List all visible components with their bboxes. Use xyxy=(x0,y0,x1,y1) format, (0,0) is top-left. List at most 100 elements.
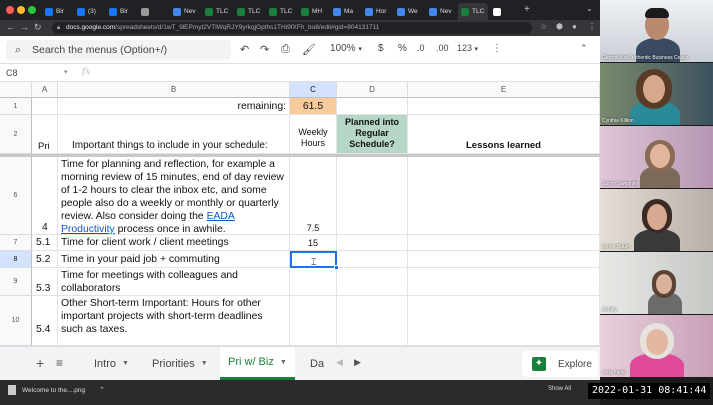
all-sheets-icon[interactable]: ≡ xyxy=(56,356,63,370)
browser-tab[interactable]: Nev xyxy=(426,3,456,20)
column-header-e[interactable]: E xyxy=(408,82,600,98)
cell-a1[interactable] xyxy=(32,98,58,115)
forward-icon[interactable]: → xyxy=(20,22,29,32)
more-options-icon[interactable]: ⋮ xyxy=(492,43,502,54)
sheet-tab-da[interactable]: Da xyxy=(304,347,326,380)
undo-icon[interactable]: ↶ xyxy=(240,43,249,56)
name-box-dropdown-icon[interactable]: ▾ xyxy=(64,68,68,76)
browser-tab[interactable]: Nev xyxy=(170,3,200,20)
add-sheet-button[interactable]: + xyxy=(36,355,44,371)
menu-icon[interactable]: ⋮ xyxy=(588,22,596,31)
browser-tab[interactable] xyxy=(138,3,168,20)
browser-tab[interactable]: Hor xyxy=(362,3,392,20)
show-all-downloads-button[interactable]: Show All xyxy=(548,386,571,392)
row-header-1[interactable]: 1 xyxy=(0,98,32,115)
cell-e9[interactable] xyxy=(408,268,600,296)
search-menus-input[interactable]: ⌕ Search the menus (Option+/) xyxy=(6,40,231,60)
decrease-decimal-button[interactable]: .0 xyxy=(417,43,425,53)
column-header-c[interactable]: C xyxy=(290,82,337,98)
cell-e10[interactable] xyxy=(408,296,600,346)
browser-tab[interactable]: MH xyxy=(298,3,328,20)
scroll-tabs-right-icon[interactable]: ▶ xyxy=(354,357,361,368)
video-tile[interactable]: Cynthia Killion xyxy=(600,63,713,125)
tab-search-icon[interactable]: ⌄ xyxy=(586,4,593,13)
formula-input[interactable] xyxy=(100,67,590,79)
new-tab-button[interactable]: + xyxy=(524,4,530,15)
chevron-up-icon[interactable]: ⌃ xyxy=(99,386,105,394)
minimize-window-button[interactable] xyxy=(17,6,25,14)
fill-handle[interactable] xyxy=(334,265,339,270)
cell-b1[interactable]: remaining: xyxy=(58,98,290,115)
cell-d2[interactable]: Planned into Regular Schedule? xyxy=(337,115,408,154)
cell-d1[interactable] xyxy=(337,98,408,115)
browser-tab[interactable]: We xyxy=(394,3,424,20)
paint-format-icon[interactable]: 🖌︎ xyxy=(302,43,316,56)
row-header-7[interactable]: 7 xyxy=(0,235,32,251)
browser-tab[interactable]: TLC xyxy=(266,3,296,20)
video-tile[interactable]: Sunny Swearsky xyxy=(600,126,713,188)
cell-b7[interactable]: Time for client work / client meetings xyxy=(58,235,290,251)
video-tile[interactable]: Lynne Baum xyxy=(600,189,713,251)
cell-c7[interactable]: 15 xyxy=(290,235,337,251)
close-window-button[interactable] xyxy=(6,6,14,14)
select-all-corner[interactable] xyxy=(0,82,32,98)
video-tile[interactable]: Ashley xyxy=(600,252,713,314)
row-header-9[interactable]: 9 xyxy=(0,268,32,296)
browser-tab[interactable]: Bir xyxy=(42,3,72,20)
column-header-d[interactable]: D xyxy=(337,82,408,98)
browser-tab[interactable]: Ma xyxy=(330,3,360,20)
cell-d9[interactable] xyxy=(337,268,408,296)
explore-button[interactable]: ✦ Explore xyxy=(522,351,598,377)
sheet-tab-pri-w-biz[interactable]: Pri w/ Biz ▼ xyxy=(220,347,295,380)
cell-c10[interactable] xyxy=(290,296,337,346)
cell-b9[interactable]: Time for meetings with colleagues and co… xyxy=(58,268,290,296)
cell-a2[interactable]: Pri xyxy=(32,115,58,154)
cell-b2[interactable]: Important things to include in your sche… xyxy=(58,115,290,154)
cell-d7[interactable] xyxy=(337,235,408,251)
browser-tab[interactable]: Bir xyxy=(106,3,136,20)
download-item[interactable]: Welcome to the....png ⌃ xyxy=(8,385,105,395)
url-field[interactable]: 🔒︎ docs.google.com/spreadsheets/d/1wT_9lE… xyxy=(52,22,532,34)
more-formats-button[interactable]: 123 ▾ xyxy=(457,43,478,53)
maximize-window-button[interactable] xyxy=(28,6,36,14)
cell-b6[interactable]: Time for planning and reflection, for ex… xyxy=(58,157,290,235)
row-header-10[interactable]: 10 xyxy=(0,296,32,346)
redo-icon[interactable]: ↷ xyxy=(260,43,269,56)
row-header-2[interactable]: 2 xyxy=(0,115,32,154)
profile-icon[interactable]: ● xyxy=(572,22,577,31)
cell-e6[interactable] xyxy=(408,157,600,235)
cell-c2[interactable]: Weekly Hours xyxy=(290,115,337,154)
browser-tab[interactable]: TLC xyxy=(458,3,488,20)
cell-a8[interactable]: 5.2 xyxy=(32,251,58,268)
cell-c9[interactable] xyxy=(290,268,337,296)
percent-button[interactable]: % xyxy=(398,43,407,54)
collapse-toolbar-icon[interactable]: ⌃ xyxy=(580,43,588,54)
reload-icon[interactable]: ↻ xyxy=(34,22,42,33)
column-header-b[interactable]: B xyxy=(58,82,290,98)
cell-a6[interactable]: 4 xyxy=(32,157,58,235)
browser-tab[interactable] xyxy=(490,3,520,20)
currency-button[interactable]: $ xyxy=(378,43,384,54)
scroll-tabs-left-icon[interactable]: ◀ xyxy=(336,357,343,368)
cell-c6[interactable]: 7.5 xyxy=(290,157,337,235)
column-header-a[interactable]: A xyxy=(32,82,58,98)
cell-a10[interactable]: 5.4 xyxy=(32,296,58,346)
video-tile[interactable]: George Kao Authentic Business Coach xyxy=(600,0,713,62)
cell-e2[interactable]: Lessons learned xyxy=(408,115,600,154)
browser-tab[interactable]: (3) xyxy=(74,3,104,20)
cell-d6[interactable] xyxy=(337,157,408,235)
cell-b8[interactable]: Time in your paid job + commuting xyxy=(58,251,290,268)
star-icon[interactable]: ☆ xyxy=(540,22,547,31)
back-icon[interactable]: ← xyxy=(6,22,15,32)
cell-e7[interactable] xyxy=(408,235,600,251)
cell-d10[interactable] xyxy=(337,296,408,346)
zoom-select[interactable]: 100% ▾ xyxy=(330,43,362,54)
name-box[interactable]: C8 xyxy=(6,68,18,78)
cell-d8[interactable] xyxy=(337,251,408,268)
row-header-6[interactable]: 6 xyxy=(0,157,32,235)
sheet-tab-priorities[interactable]: Priorities ▼ xyxy=(144,347,216,380)
cell-e8[interactable] xyxy=(408,251,600,268)
cell-c1[interactable]: 61.5 xyxy=(290,98,337,115)
browser-tab[interactable]: TLC xyxy=(202,3,232,20)
cell-e1[interactable] xyxy=(408,98,600,115)
